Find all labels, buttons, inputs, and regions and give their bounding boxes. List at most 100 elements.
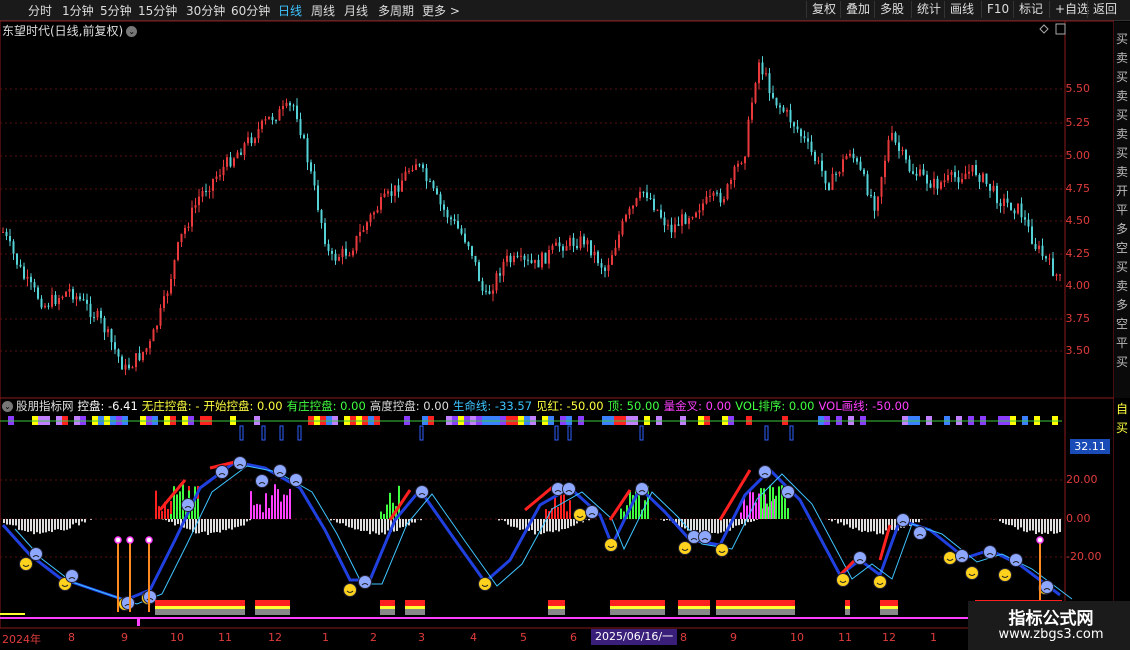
hist-bar	[696, 519, 698, 531]
side-char[interactable]: 卖	[1115, 125, 1129, 142]
hist-bar	[90, 519, 92, 520]
candle-body	[12, 241, 15, 254]
date-tick: 11	[218, 631, 232, 644]
candle-body	[474, 255, 477, 263]
indicator-param: 高度控盘: 0.00	[369, 399, 449, 413]
signal-bar	[620, 508, 622, 519]
candle-body	[26, 276, 29, 279]
hist-bar	[63, 519, 65, 531]
signal-bar	[644, 500, 646, 519]
side-char[interactable]: 空	[1115, 239, 1129, 256]
side-char[interactable]: 多	[1115, 220, 1129, 237]
candle-body	[229, 157, 232, 167]
hist-bar	[882, 519, 884, 535]
side-char[interactable]: 卖	[1115, 163, 1129, 180]
hist-bar	[849, 519, 851, 528]
chevron-down-icon[interactable]: ⌄	[2, 401, 13, 412]
candle-body	[373, 212, 375, 215]
side-char[interactable]: 自	[1115, 400, 1129, 417]
side-char[interactable]: 空	[1115, 315, 1129, 332]
side-char[interactable]: 买	[1115, 353, 1129, 370]
side-char[interactable]: 平	[1115, 334, 1129, 351]
hist-bar	[171, 519, 173, 522]
candle-body	[887, 139, 890, 161]
hist-bar	[1026, 519, 1028, 533]
sad-face-icon	[1040, 580, 1054, 594]
sad-face-icon	[698, 530, 712, 544]
hist-bar	[33, 519, 35, 535]
hist-bar	[384, 519, 386, 535]
candle-body	[341, 248, 344, 258]
side-char[interactable]: 卖	[1115, 49, 1129, 66]
candle-body	[905, 149, 907, 160]
strip-marker	[639, 425, 644, 441]
hist-bar	[201, 519, 203, 532]
vol-block	[255, 600, 290, 607]
candle-body	[999, 203, 1002, 206]
candle-body	[569, 237, 571, 247]
candle-body	[737, 163, 739, 167]
side-char[interactable]: 卖	[1115, 87, 1129, 104]
hist-bar	[240, 519, 242, 526]
candle-body	[936, 178, 939, 189]
diamond-icon	[1039, 24, 1049, 34]
hist-bar	[720, 519, 722, 533]
hist-bar	[588, 519, 590, 521]
date-tick: 8	[68, 631, 75, 644]
hist-bar	[999, 519, 1001, 522]
signal-bar	[155, 490, 157, 519]
candle-body	[376, 209, 379, 213]
hist-bar	[51, 519, 53, 533]
candle-body	[366, 222, 368, 230]
candle-body	[646, 192, 648, 198]
candle-body	[779, 105, 781, 108]
hist-bar	[1029, 519, 1031, 531]
candle-body	[649, 197, 652, 199]
sad-face-icon	[181, 498, 195, 512]
side-char[interactable]: 买	[1115, 68, 1129, 85]
hist-bar	[66, 519, 68, 530]
hist-bar	[1041, 519, 1043, 534]
sad-face-icon	[562, 482, 576, 496]
candle-body	[1045, 256, 1047, 259]
hist-bar	[351, 519, 353, 528]
hist-bar	[522, 519, 524, 530]
candle-body	[824, 170, 827, 184]
candle-body	[761, 62, 764, 75]
signal-bar	[389, 492, 391, 519]
smile-face-icon	[715, 543, 729, 557]
signal-bar	[179, 491, 181, 519]
side-char[interactable]: 买	[1115, 419, 1129, 436]
candle-body	[957, 177, 960, 183]
side-char[interactable]: 开	[1115, 182, 1129, 199]
sad-face-icon	[758, 465, 772, 479]
side-char[interactable]: 多	[1115, 296, 1129, 313]
candle-body	[191, 207, 193, 227]
hist-bar	[189, 519, 191, 530]
signal-bar	[755, 502, 757, 519]
candle-body	[705, 196, 708, 204]
signal-bar	[566, 511, 568, 519]
candle-body	[814, 151, 816, 161]
candle-body	[572, 237, 575, 246]
candle-body	[1031, 226, 1033, 244]
hist-bar	[1050, 519, 1052, 532]
side-char[interactable]: 买	[1115, 144, 1129, 161]
candle-body	[100, 310, 102, 319]
indicator-param: VOL画线: -50.00	[818, 399, 910, 413]
indicator-param: 开始控盘: 0.00	[203, 399, 283, 413]
side-char[interactable]: 卖	[1115, 277, 1129, 294]
hist-bar	[573, 519, 575, 526]
candle-body	[394, 185, 396, 196]
candle-body	[481, 281, 484, 291]
candle-body	[89, 303, 92, 318]
side-char[interactable]: 买	[1115, 106, 1129, 123]
candle-body	[415, 164, 417, 171]
hist-bar	[228, 519, 230, 529]
smile-face-icon	[19, 557, 33, 571]
side-char[interactable]: 平	[1115, 201, 1129, 218]
vol-block	[255, 609, 290, 615]
side-char[interactable]: 买	[1115, 258, 1129, 275]
side-char[interactable]: 买	[1115, 30, 1129, 47]
hist-bar	[333, 519, 335, 520]
